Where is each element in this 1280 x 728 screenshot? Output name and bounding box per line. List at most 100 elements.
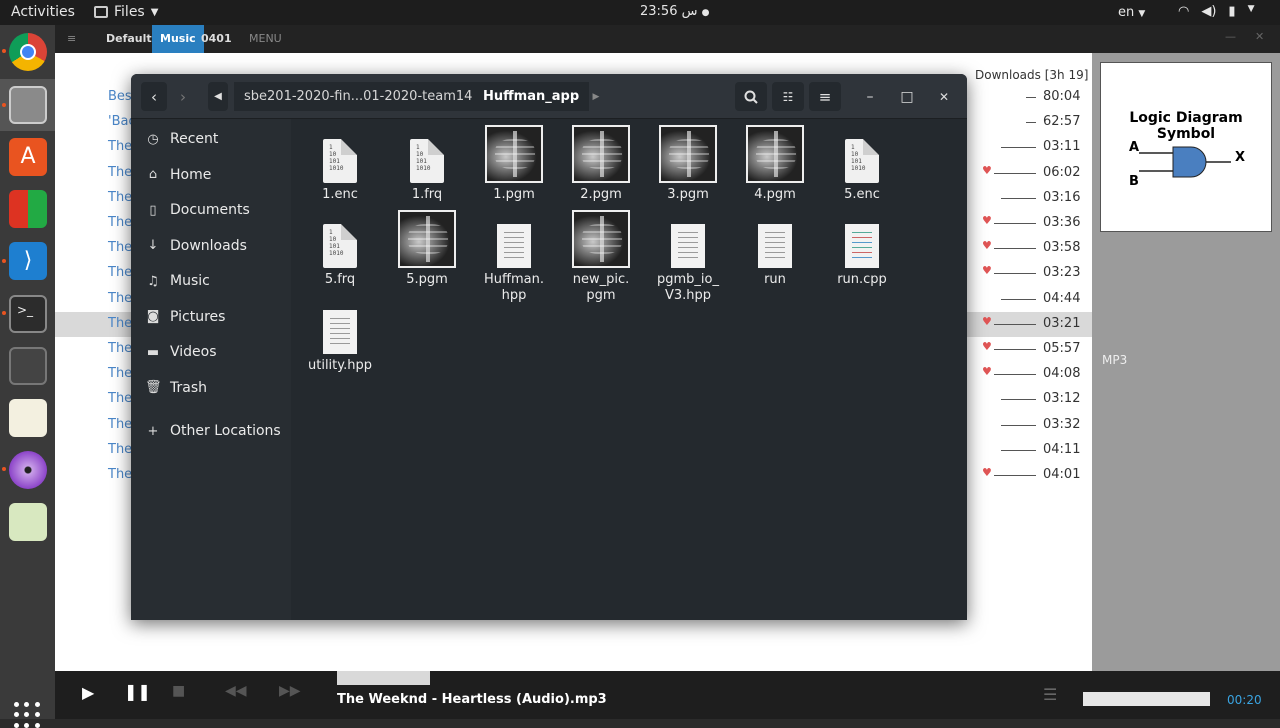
seek-bar[interactable] (337, 671, 430, 685)
equalizer-icon[interactable]: ☰ (1043, 685, 1057, 704)
sidebar-item-videos[interactable]: ▬ Videos (131, 336, 291, 368)
sidebar-item-pictures[interactable]: ◙ Pictures (131, 301, 291, 333)
path-scroll-right-button[interactable]: ▶ (588, 82, 604, 111)
favorite-heart-icon[interactable]: ♥ (982, 365, 992, 378)
view-toggle-button[interactable]: ☷ (772, 82, 804, 111)
maximize-button[interactable]: □ (896, 86, 918, 108)
triangle-left-icon: ◀ (214, 91, 222, 102)
close-button[interactable]: ✕ (933, 86, 955, 108)
xray-thumbnail-icon (398, 210, 456, 268)
sidebar-item-recent[interactable]: ◷ Recent (131, 123, 291, 155)
clock[interactable]: 23:56 س ● (640, 4, 709, 19)
language-indicator[interactable]: en ▼ (1118, 5, 1145, 20)
next-button[interactable]: ▶▶ (279, 683, 301, 699)
text-line (678, 252, 698, 253)
favorite-heart-icon[interactable]: ♥ (982, 214, 992, 227)
sidebar-item-music[interactable]: ♫ Music (131, 265, 291, 297)
vscode-icon[interactable]: ⟩ (9, 242, 47, 280)
sidebar-item-downloads[interactable]: ↓ Downloads (131, 230, 291, 262)
chrome-icon[interactable] (9, 33, 47, 71)
rating-bar (1001, 298, 1036, 300)
tab-0401[interactable]: 0401 (193, 25, 240, 53)
file-name: run.cpp (837, 272, 887, 287)
menu-button[interactable]: ≡ (809, 82, 841, 111)
file-item[interactable]: 1 10 101 1010 5.enc (822, 125, 902, 203)
favorite-heart-icon[interactable]: ♥ (982, 315, 992, 328)
file-item[interactable]: 1.pgm (474, 125, 554, 203)
file-item[interactable]: 3.pgm (648, 125, 728, 203)
file-item[interactable]: 1 10 101 1010 1.frq (387, 125, 467, 203)
grid-dot (34, 712, 40, 718)
minimize-button[interactable]: – (859, 86, 881, 108)
minimize-icon[interactable]: — (1225, 30, 1236, 43)
now-playing-title: The Weeknd - Heartless (Audio).mp3 (337, 692, 607, 707)
music-player-icon[interactable] (9, 451, 47, 489)
file-item[interactable]: new_pic. pgm (561, 210, 641, 304)
clock-icon: ◷ (147, 131, 159, 147)
playlist-menu-icon[interactable]: ≡ (67, 32, 76, 45)
back-button[interactable]: ‹ (141, 82, 167, 111)
file-item[interactable]: 4.pgm (735, 125, 815, 203)
play-button[interactable]: ▶ (82, 683, 94, 702)
favorite-heart-icon[interactable]: ♥ (982, 264, 992, 277)
file-item[interactable]: utility.hpp (300, 296, 380, 374)
stop-button[interactable]: ■ (172, 683, 185, 699)
text-editor-icon[interactable] (9, 399, 47, 437)
software-center-icon[interactable]: A (9, 138, 47, 176)
sidebar-item-home[interactable]: ⌂ Home (131, 159, 291, 191)
file-item[interactable]: pgmb_io_ V3.hpp (648, 210, 728, 304)
terminal-icon[interactable]: >_ (9, 295, 47, 333)
text-file-icon (497, 224, 531, 268)
previous-button[interactable]: ◀◀ (225, 683, 247, 699)
breadcrumb-parent[interactable]: sbe201-2020-fin...01-2020-team14 (234, 82, 483, 111)
sidebar-item-other-locations[interactable]: + Other Locations (131, 415, 291, 447)
calculator-icon[interactable] (9, 347, 47, 385)
track-duration: 62:57 (1043, 114, 1081, 130)
file-item[interactable]: 2.pgm (561, 125, 641, 203)
file-name: utility.hpp (308, 358, 372, 373)
track-title: The (108, 265, 133, 281)
tab-default[interactable]: Default (98, 25, 160, 53)
file-item[interactable]: run.cpp (822, 210, 902, 288)
text-line (852, 252, 872, 253)
sidebar-item-trash[interactable]: 🗑 Trash (131, 372, 291, 404)
text-line (765, 247, 785, 248)
file-name: 3.pgm (667, 187, 709, 202)
running-indicator (2, 103, 6, 107)
text-line (765, 232, 785, 233)
file-item[interactable]: run (735, 210, 815, 288)
search-button[interactable] (735, 82, 767, 111)
favorite-heart-icon[interactable]: ♥ (982, 164, 992, 177)
binary-file-icon: 1 10 101 1010 (323, 224, 357, 268)
image-viewer-icon[interactable] (9, 503, 47, 541)
format-label: MP3 (1102, 353, 1128, 367)
path-scroll-left-button[interactable]: ◀ (208, 82, 228, 111)
favorite-heart-icon[interactable]: ♥ (982, 466, 992, 479)
album-art: Logic Diagram Symbol A B X (1100, 62, 1272, 232)
sidebar-item-label: Videos (170, 344, 217, 360)
sidebar-item-label: Downloads (170, 237, 247, 254)
pause-button[interactable]: ❚❚ (124, 682, 151, 701)
text-line (330, 323, 350, 324)
office-suite-icon[interactable] (9, 190, 47, 228)
favorite-heart-icon[interactable]: ♥ (982, 340, 992, 353)
file-item[interactable]: 5.pgm (387, 210, 467, 288)
chevron-down-icon: ▼ (1247, 4, 1255, 14)
text-line (765, 252, 785, 253)
close-icon[interactable]: ✕ (1255, 30, 1264, 43)
file-item[interactable]: 1 10 101 1010 5.frq (300, 210, 380, 288)
breadcrumb-current[interactable]: Huffman_app (473, 82, 590, 111)
system-tray[interactable]: ◠ ◀) ▮ ▼ (1178, 4, 1255, 19)
file-item[interactable]: 1 10 101 1010 1.enc (300, 125, 380, 203)
app-menu-button[interactable]: Files ▼ (94, 4, 158, 20)
file-item[interactable]: Huffman. hpp (474, 210, 554, 304)
files-icon[interactable] (9, 86, 47, 124)
menu-button[interactable]: MENU (241, 25, 290, 53)
forward-button[interactable]: › (170, 82, 196, 111)
volume-slider[interactable] (1083, 692, 1210, 706)
show-applications-button[interactable] (14, 702, 40, 728)
favorite-heart-icon[interactable]: ♥ (982, 239, 992, 252)
grid-dot (24, 712, 30, 718)
activities-button[interactable]: Activities (11, 4, 75, 20)
sidebar-item-documents[interactable]: ▯ Documents (131, 194, 291, 226)
